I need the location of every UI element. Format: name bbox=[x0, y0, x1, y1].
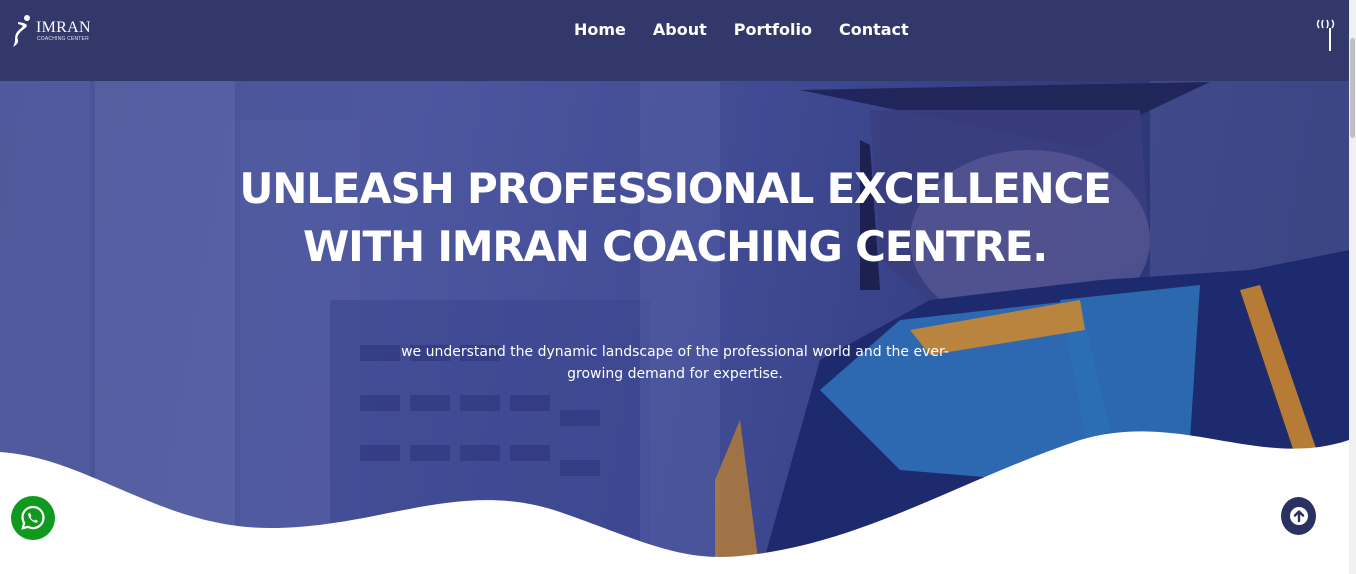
navbar: IMRAN COACHING CENTER Home About Portfol… bbox=[0, 0, 1349, 81]
nav-about[interactable]: About bbox=[644, 19, 707, 41]
nav-portfolio[interactable]: Portfolio bbox=[725, 19, 812, 41]
brand-name: IMRAN bbox=[36, 19, 91, 36]
scrollbar-thumb[interactable] bbox=[1350, 38, 1355, 138]
page: UNLEASH PROFESSIONAL EXCELLENCE WITH IMR… bbox=[0, 0, 1349, 574]
brand-logo[interactable]: IMRAN COACHING CENTER bbox=[12, 14, 102, 48]
menu-toggle-icon[interactable] bbox=[1313, 16, 1337, 52]
page-scrollbar[interactable] bbox=[1349, 0, 1356, 574]
brand-logo-icon bbox=[13, 15, 30, 47]
arrow-up-icon bbox=[1289, 507, 1308, 525]
whatsapp-button[interactable] bbox=[11, 496, 55, 540]
brand-tagline: COACHING CENTER bbox=[37, 36, 89, 42]
back-to-top-button[interactable] bbox=[1281, 497, 1316, 535]
hero-wave-divider bbox=[0, 431, 1349, 574]
main-nav: Home About Portfolio Contact bbox=[565, 19, 909, 41]
nav-home[interactable]: Home bbox=[565, 19, 626, 41]
whatsapp-icon bbox=[21, 505, 45, 530]
nav-contact[interactable]: Contact bbox=[830, 19, 909, 41]
